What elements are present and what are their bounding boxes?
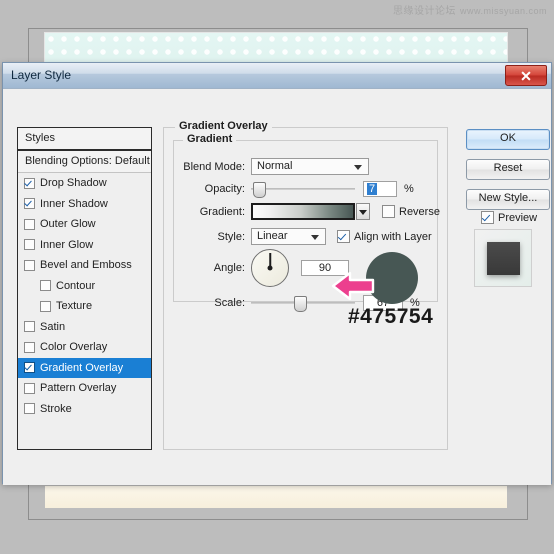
blend-mode-label: Blend Mode: xyxy=(183,160,245,173)
document-mint-strip xyxy=(45,33,507,65)
styles-list-panel: Styles Blending Options: Default Drop Sh… xyxy=(17,127,152,450)
style-row-gradient-overlay[interactable]: Gradient Overlay xyxy=(18,357,151,378)
preview-thumbnail xyxy=(474,229,532,287)
chevron-down-icon xyxy=(354,165,362,170)
blend-mode-row: Blend Mode: Normal xyxy=(181,158,369,175)
style-row-outer-glow[interactable]: Outer Glow xyxy=(18,214,151,235)
opacity-input[interactable]: 7 xyxy=(363,181,397,197)
dialog-title: Layer Style xyxy=(11,68,72,82)
watermark-cn: 思缘设计论坛 xyxy=(392,6,456,17)
checkbox-texture[interactable] xyxy=(40,300,51,312)
style-label: Bevel and Emboss xyxy=(40,259,132,272)
dialog-body: Styles Blending Options: Default Drop Sh… xyxy=(3,89,551,485)
opacity-unit: % xyxy=(404,183,414,195)
preview-row[interactable]: Preview xyxy=(481,211,537,224)
close-icon[interactable] xyxy=(505,65,547,86)
checkbox-inner-shadow[interactable] xyxy=(24,198,35,210)
style-label: Stroke xyxy=(40,402,72,415)
style-label-text: Style: xyxy=(217,230,245,243)
gradient-row: Gradient: Reverse xyxy=(181,203,440,220)
style-label: Inner Glow xyxy=(40,238,94,251)
gradient-picker-button[interactable] xyxy=(356,203,370,220)
checkbox-preview[interactable] xyxy=(481,211,494,224)
blending-options-row[interactable]: Blending Options: Default xyxy=(18,151,151,173)
style-label: Outer Glow xyxy=(40,218,96,231)
document-cream-strip xyxy=(45,486,507,508)
style-row-stroke[interactable]: Stroke xyxy=(18,399,151,420)
checkbox-drop-shadow[interactable] xyxy=(24,177,35,189)
opacity-value: 7 xyxy=(367,183,378,195)
checkbox-color-overlay[interactable] xyxy=(24,341,35,353)
checkbox-reverse[interactable] xyxy=(382,205,395,218)
checkbox-stroke[interactable] xyxy=(24,403,35,415)
gradient-style-select[interactable]: Linear xyxy=(251,228,326,245)
preview-label: Preview xyxy=(498,211,538,224)
annotation-hex-label: #475754 xyxy=(348,305,434,328)
style-row-contour[interactable]: Contour xyxy=(18,276,151,297)
preview-thumbnail-square xyxy=(487,242,520,275)
style-row-drop-shadow[interactable]: Drop Shadow xyxy=(18,173,151,194)
angle-dial-hub xyxy=(267,265,273,271)
checkbox-gradient-overlay[interactable] xyxy=(24,362,35,374)
checkbox-satin[interactable] xyxy=(24,321,35,333)
style-row-inner-glow[interactable]: Inner Glow xyxy=(18,235,151,256)
checkbox-align-with-layer[interactable] xyxy=(337,230,350,243)
angle-dial[interactable] xyxy=(251,249,289,287)
style-row-texture[interactable]: Texture xyxy=(18,296,151,317)
opacity-slider-track xyxy=(251,188,355,190)
style-row: Style: Linear Align with Layer xyxy=(181,228,432,245)
styles-header: Styles xyxy=(18,128,151,151)
align-with-layer-label: Align with Layer xyxy=(354,230,432,243)
gradient-overlay-group-title: Gradient Overlay xyxy=(175,120,272,132)
checkbox-contour[interactable] xyxy=(40,280,51,292)
scale-slider-thumb[interactable] xyxy=(294,296,307,312)
style-label: Pattern Overlay xyxy=(40,382,117,395)
checkbox-pattern-overlay[interactable] xyxy=(24,382,35,394)
opacity-slider[interactable] xyxy=(251,182,355,198)
style-row-satin[interactable]: Satin xyxy=(18,317,151,338)
style-row-pattern-overlay[interactable]: Pattern Overlay xyxy=(18,378,151,399)
opacity-label: Opacity: xyxy=(204,183,245,195)
style-row-inner-shadow[interactable]: Inner Shadow xyxy=(18,194,151,215)
checkbox-bevel-and-emboss[interactable] xyxy=(24,259,35,271)
gradient-style-value: Linear xyxy=(257,230,288,242)
style-row-bevel-and-emboss[interactable]: Bevel and Emboss xyxy=(18,255,151,276)
annotation-arrow-icon xyxy=(331,271,375,301)
style-label: Satin xyxy=(40,320,66,333)
reset-button[interactable]: Reset xyxy=(466,159,550,180)
style-label: Color Overlay xyxy=(40,341,108,354)
style-label: Drop Shadow xyxy=(40,177,107,190)
blend-mode-select[interactable]: Normal xyxy=(251,158,369,175)
scale-label: Scale: xyxy=(214,297,245,309)
gradient-subgroup-title: Gradient xyxy=(183,133,237,145)
style-label: Inner Shadow xyxy=(40,197,108,210)
watermark: 思缘设计论坛 www.missyuan.com xyxy=(393,2,547,17)
chevron-down-icon xyxy=(311,235,319,240)
ok-button[interactable]: OK xyxy=(466,129,550,150)
angle-label: Angle: xyxy=(213,262,245,274)
blend-mode-value: Normal xyxy=(257,160,293,172)
opacity-slider-thumb[interactable] xyxy=(253,182,266,198)
screenshot-root: 思缘设计论坛 www.missyuan.com Layer Style Style… xyxy=(0,0,554,554)
style-label: Gradient Overlay xyxy=(40,361,124,374)
style-label: Contour xyxy=(56,279,96,292)
style-label: Texture xyxy=(56,300,93,313)
opacity-row: Opacity: 7 % xyxy=(181,181,414,198)
checkbox-inner-glow[interactable] xyxy=(24,239,35,251)
watermark-en: www.missyuan.com xyxy=(459,6,547,16)
new-style-button[interactable]: New Style... xyxy=(466,189,550,210)
style-row-color-overlay[interactable]: Color Overlay xyxy=(18,337,151,358)
chevron-down-icon xyxy=(359,210,367,215)
gradient-preview-bar[interactable] xyxy=(251,203,355,220)
checkbox-outer-glow[interactable] xyxy=(24,218,35,230)
reverse-label: Reverse xyxy=(399,205,440,218)
dialog-titlebar[interactable]: Layer Style xyxy=(3,63,551,89)
layer-style-dialog: Layer Style Styles Blending Options: Def… xyxy=(2,62,552,485)
gradient-label: Gradient: xyxy=(199,205,245,218)
